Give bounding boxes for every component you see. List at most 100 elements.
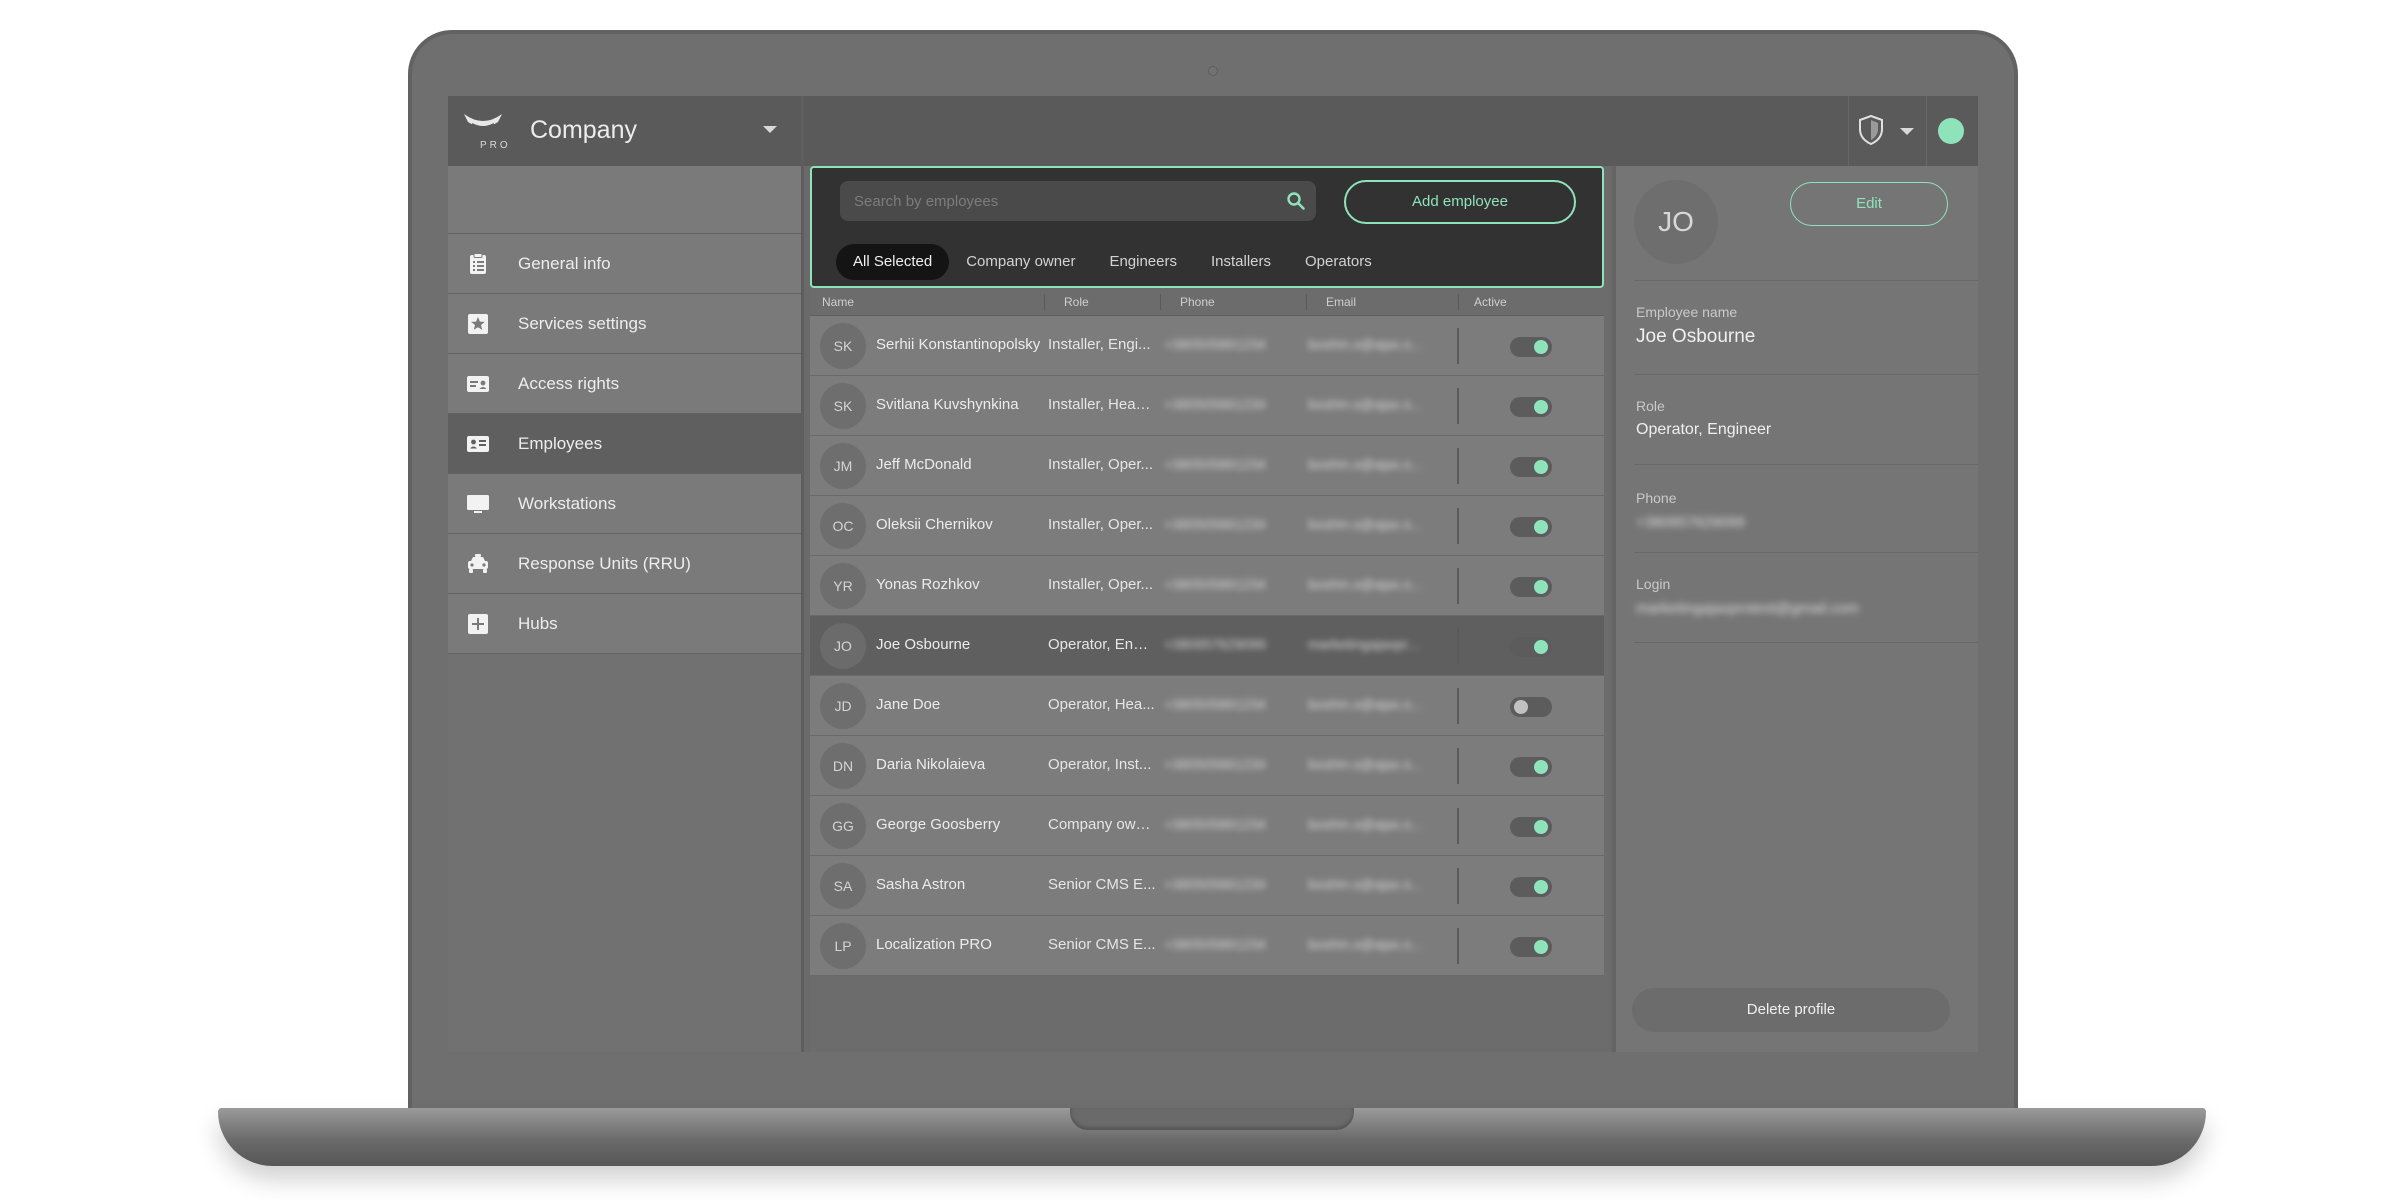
edit-button[interactable]: Edit <box>1790 182 1948 226</box>
employee-role: Installer, Engi... <box>1048 336 1151 353</box>
column-divider <box>1457 328 1459 364</box>
avatar: SK <box>820 383 866 429</box>
column-header-phone[interactable]: Phone <box>1180 295 1215 309</box>
toggle-knob <box>1534 520 1548 534</box>
table-row[interactable]: GG George Goosberry Company own... +3805056… <box>810 796 1604 856</box>
sidebar-item-workstations[interactable]: Workstations <box>448 474 801 534</box>
shield-icon[interactable] <box>1858 114 1884 146</box>
employee-table-body: SK Serhii Konstantinopolsky Installer, Eng… <box>810 316 1604 976</box>
sidebar-item-general-info[interactable]: General info <box>448 234 801 294</box>
employee-email: boshin.s@ajax.s... <box>1308 516 1423 532</box>
toggle-knob <box>1534 760 1548 774</box>
employee-phone: +380957629099 <box>1164 636 1266 652</box>
table-row[interactable]: SA Sasha Astron Senior CMS E... +3805056612… <box>810 856 1604 916</box>
sidebar-item-label: Employees <box>518 433 603 453</box>
table-row[interactable]: LP Localization PRO Senior CMS E... +380505… <box>810 916 1604 976</box>
sidebar-item-label: Services settings <box>518 313 647 333</box>
active-toggle[interactable] <box>1510 697 1552 717</box>
employee-role: Company own... <box>1048 816 1156 833</box>
logo-text: PRO <box>480 140 511 151</box>
table-row[interactable]: JD Jane Doe Operator, Hea... +380505661234 b… <box>810 676 1604 736</box>
contact-card-icon <box>464 430 492 458</box>
topbar-divider <box>1926 96 1927 166</box>
filter-chip-company-owner[interactable]: Company owner <box>949 244 1092 280</box>
chevron-down-icon[interactable] <box>763 126 777 133</box>
column-header-email[interactable]: Email <box>1326 295 1356 309</box>
clipboard-icon <box>464 250 492 278</box>
active-toggle[interactable] <box>1510 757 1552 777</box>
employee-name: Daria Nikolaieva <box>876 756 986 773</box>
table-row[interactable]: SK Serhii Konstantinopolsky Installer, Eng… <box>810 316 1604 376</box>
column-header-active[interactable]: Active <box>1474 295 1507 309</box>
active-toggle[interactable] <box>1510 937 1552 957</box>
sidebar-item-label: Response Units (RRU) <box>518 553 691 573</box>
table-row[interactable]: JM Jeff McDonald Installer, Oper... +380505… <box>810 436 1604 496</box>
camera-icon <box>1208 66 1218 76</box>
table-row[interactable]: JO Joe Osbourne Operator, Engi... +38095762… <box>810 616 1604 676</box>
login-label: Login <box>1636 576 1671 592</box>
filter-chip-operators[interactable]: Operators <box>1288 244 1389 280</box>
employee-phone: +380505661234 <box>1164 576 1266 592</box>
divider <box>1634 374 1978 375</box>
sidebar-item-services-settings[interactable]: Services settings <box>448 294 801 354</box>
search-field[interactable] <box>840 181 1316 221</box>
filter-panel: Add employee All Selected Company owner … <box>810 166 1604 288</box>
table-row[interactable]: OC Oleksii Chernikov Installer, Oper... +38… <box>810 496 1604 556</box>
star-icon <box>464 310 492 338</box>
employee-name: Svitlana Kuvshynkina <box>876 396 1019 413</box>
toggle-knob <box>1534 400 1548 414</box>
column-header-name[interactable]: Name <box>822 295 854 309</box>
filter-chip-engineers[interactable]: Engineers <box>1092 244 1194 280</box>
active-toggle[interactable] <box>1510 637 1552 657</box>
column-divider <box>1457 628 1459 664</box>
toggle-knob <box>1534 340 1548 354</box>
active-toggle[interactable] <box>1510 577 1552 597</box>
status-dot[interactable] <box>1938 118 1964 144</box>
phone-value: +380957629099 <box>1636 514 1745 531</box>
sidebar-spacer <box>448 166 801 234</box>
sidebar-item-employees[interactable]: Employees <box>448 414 801 474</box>
employee-email: boshin.s@ajax.s... <box>1308 756 1423 772</box>
column-header-role[interactable]: Role <box>1064 295 1089 309</box>
employee-email: boshin.s@ajax.s... <box>1308 456 1423 472</box>
sidebar-item-access-rights[interactable]: Access rights <box>448 354 801 414</box>
search-input[interactable] <box>854 181 1274 221</box>
chevron-down-icon[interactable] <box>1900 128 1914 135</box>
employee-email: boshin.s@ajax.s... <box>1308 936 1423 952</box>
sidebar-item-hubs[interactable]: Hubs <box>448 594 801 654</box>
column-divider <box>1457 448 1459 484</box>
employee-phone: +380505661234 <box>1164 456 1266 472</box>
filter-chip-installers[interactable]: Installers <box>1194 244 1288 280</box>
toggle-knob <box>1534 580 1548 594</box>
table-row[interactable]: DN Daria Nikolaieva Operator, Inst... +3805… <box>810 736 1604 796</box>
employee-name: Sasha Astron <box>876 876 966 893</box>
active-toggle[interactable] <box>1510 877 1552 897</box>
table-row[interactable]: SK Svitlana Kuvshynkina Installer, Head...… <box>810 376 1604 436</box>
avatar: SA <box>820 863 866 909</box>
toggle-knob <box>1534 460 1548 474</box>
add-employee-button[interactable]: Add employee <box>1344 180 1576 224</box>
employee-role: Installer, Oper... <box>1048 456 1154 473</box>
search-icon[interactable] <box>1286 191 1306 211</box>
active-toggle[interactable] <box>1510 397 1552 417</box>
filter-chip-all-selected[interactable]: All Selected <box>836 244 950 280</box>
employee-role: Installer, Oper... <box>1048 516 1154 533</box>
active-toggle[interactable] <box>1510 337 1552 357</box>
table-row[interactable]: YR Yonas Rozhkov Installer, Oper... +380505… <box>810 556 1604 616</box>
toggle-knob <box>1534 940 1548 954</box>
employee-name-label: Employee name <box>1636 304 1738 320</box>
active-toggle[interactable] <box>1510 457 1552 477</box>
employee-phone: +380505661234 <box>1164 396 1266 412</box>
divider <box>1634 642 1978 643</box>
employee-name-value: Joe Osbourne <box>1636 326 1756 347</box>
delete-profile-button[interactable]: Delete profile <box>1632 988 1950 1032</box>
column-divider <box>1160 294 1161 310</box>
employee-phone: +380505661234 <box>1164 816 1266 832</box>
active-toggle[interactable] <box>1510 817 1552 837</box>
brand-header[interactable]: PRO Company <box>448 96 801 166</box>
active-toggle[interactable] <box>1510 517 1552 537</box>
column-divider <box>1458 294 1459 310</box>
sidebar-item-response-units[interactable]: Response Units (RRU) <box>448 534 801 594</box>
divider <box>1634 280 1978 281</box>
column-divider <box>1457 688 1459 724</box>
